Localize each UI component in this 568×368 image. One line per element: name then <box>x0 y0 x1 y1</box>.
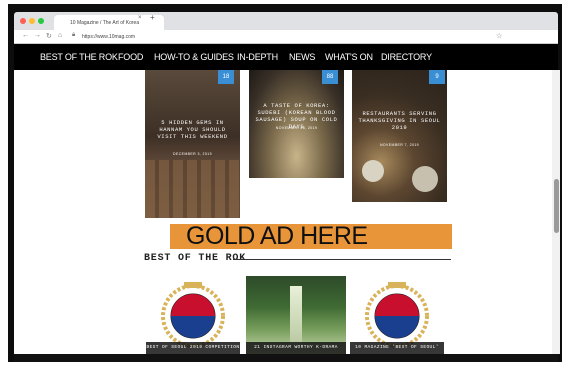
forest-path-image <box>290 286 302 346</box>
nav-directory[interactable]: DIRECTORY <box>381 52 432 62</box>
card-date: DECEMBER 3, 2019 <box>173 152 212 156</box>
section-heading: BEST OF THE ROK <box>144 253 247 264</box>
best-of-card[interactable]: 21 INSTAGRAM WORTHY K-DRAMA <box>246 276 346 354</box>
plate-image <box>362 160 384 182</box>
nav-best-of-the-rok[interactable]: BEST OF THE ROK <box>40 52 118 62</box>
reload-icon[interactable]: ↻ <box>46 32 52 40</box>
back-icon[interactable]: ← <box>22 32 29 39</box>
plate-image <box>412 166 438 192</box>
nav-how-to-guides[interactable]: HOW-TO & GUIDES <box>154 52 234 62</box>
maximize-window-icon[interactable] <box>38 18 44 24</box>
card-caption: 10 MAGAZINE 'BEST OF SEOUL' <box>350 342 444 354</box>
browser-tab[interactable]: 10 Magazine / The Art of Korea <box>54 15 164 30</box>
card-date: NOVEMBER 7, 2019 <box>379 143 420 147</box>
window-bottom-edge <box>14 354 558 362</box>
card-caption: 21 INSTAGRAM WORTHY K-DRAMA <box>246 342 346 354</box>
tab-close-icon[interactable]: × <box>138 15 142 21</box>
card-badge: 18 <box>218 70 234 84</box>
close-window-icon[interactable] <box>20 18 26 24</box>
scrollbar-thumb[interactable] <box>554 179 559 233</box>
nav-in-depth[interactable]: IN-DEPTH <box>237 52 278 62</box>
nav-whats-on[interactable]: WHAT'S ON <box>325 52 373 62</box>
card-image-texture <box>145 160 240 218</box>
tab-title: 10 Magazine / The Art of Korea <box>70 20 140 26</box>
card-title: 5 HIDDEN GEMS IN HANNAM YOU SHOULD VISIT… <box>157 119 228 140</box>
gold-ad-banner[interactable]: GOLD AD HERE <box>170 224 452 249</box>
card-badge: 9 <box>429 70 445 84</box>
card-date: NOVEMBER 28, 2019 <box>275 126 318 130</box>
home-icon[interactable]: ⌂ <box>58 32 62 39</box>
nav-news[interactable]: NEWS <box>289 52 315 62</box>
article-card[interactable]: RESTAURANTS SERVING THANKSGIVING IN SEOU… <box>352 70 447 202</box>
section-divider <box>233 259 451 260</box>
card-title: RESTAURANTS SERVING THANKSGIVING IN SEOU… <box>358 110 441 131</box>
bookmark-star-icon[interactable]: ☆ <box>496 32 502 40</box>
article-card[interactable]: A TASTE OF KOREA: SUDEBI (KOREAN BLOOD S… <box>249 70 344 178</box>
nav-food[interactable]: FOOD <box>118 52 143 62</box>
lock-icon: 🔒︎ <box>72 32 76 38</box>
forward-icon[interactable]: → <box>34 32 41 39</box>
new-tab-icon[interactable]: + <box>150 13 155 22</box>
url-field[interactable]: https://www.10mag.com <box>82 34 135 40</box>
card-caption: BEST OF SEOUL 2019 COMPETITION <box>146 342 240 354</box>
card-badge: 88 <box>322 70 338 84</box>
minimize-window-icon[interactable] <box>29 18 35 24</box>
best-of-card[interactable]: 10 MAGAZINE 'BEST OF SEOUL' <box>350 276 444 354</box>
best-of-card[interactable]: BEST OF SEOUL 2019 COMPETITION <box>146 276 240 354</box>
article-card[interactable]: 5 HIDDEN GEMS IN HANNAM YOU SHOULD VISIT… <box>145 70 240 218</box>
